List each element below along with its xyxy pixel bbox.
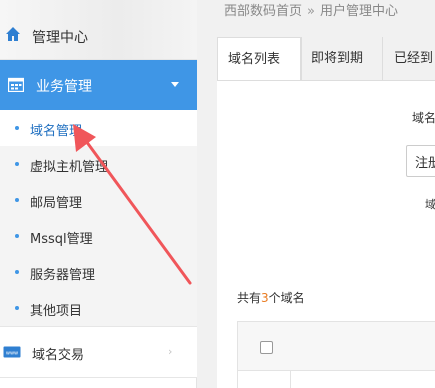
sidebar-item-label: 邮局管理 xyxy=(30,196,83,211)
sidebar-item-management-center[interactable]: 管理中心 xyxy=(0,0,197,60)
filter-label-domain: 域名 xyxy=(412,111,435,125)
bullet-icon xyxy=(15,126,19,130)
sidebar-item-domain-management[interactable]: 域名管理 xyxy=(0,110,197,146)
select-all-checkbox[interactable] xyxy=(260,341,273,354)
www-icon: www xyxy=(3,346,21,358)
bullet-icon xyxy=(15,306,19,310)
bullet-icon xyxy=(15,234,19,238)
breadcrumb-current[interactable]: 用户管理中心 xyxy=(320,4,398,19)
breadcrumb: 西部数码首页 » 用户管理中心 xyxy=(224,0,398,19)
svg-text:www: www xyxy=(6,351,18,357)
chevron-right-icon: › xyxy=(168,345,173,358)
sidebar-item-domain-trade[interactable]: www 域名交易 › xyxy=(0,326,197,378)
domain-list-panel: 域名 注册 域 共有3个域名 xyxy=(217,80,435,388)
bullet-icon xyxy=(15,162,19,166)
sidebar-item-server[interactable]: 服务器管理 xyxy=(0,254,197,290)
count-prefix: 共有 xyxy=(237,291,262,305)
tab-expiring-soon[interactable]: 即将到期 xyxy=(301,37,382,81)
sidebar-section-business[interactable]: 业务管理 xyxy=(0,60,197,110)
app-root: 管理中心 业务管理 域名管理 虚拟主机管理 邮局管理 Mssql管理 服务器管理… xyxy=(0,0,435,388)
sidebar-section-label: 业务管理 xyxy=(36,79,92,95)
sidebar-item-label: Mssql管理 xyxy=(30,232,93,247)
count-suffix: 个域名 xyxy=(268,291,305,305)
filter-label: 域 xyxy=(425,198,435,211)
breadcrumb-home-link[interactable]: 西部数码首页 xyxy=(224,4,302,19)
sidebar-item-label: 虚拟主机管理 xyxy=(30,160,109,175)
count-number: 3 xyxy=(261,291,269,305)
caret-down-icon xyxy=(171,82,179,87)
sidebar-item-other[interactable]: 其他项目 xyxy=(0,290,197,326)
home-icon xyxy=(6,27,20,41)
sidebar-item-label: 服务器管理 xyxy=(30,268,96,283)
tab-expired[interactable]: 已经到 xyxy=(382,37,435,81)
tab-bar: 域名列表 即将到期 已经到 xyxy=(217,37,435,81)
tab-domain-list[interactable]: 域名列表 xyxy=(217,37,301,81)
column-divider xyxy=(290,371,291,388)
domain-count: 共有3个域名 xyxy=(237,289,305,306)
sidebar: 管理中心 业务管理 域名管理 虚拟主机管理 邮局管理 Mssql管理 服务器管理… xyxy=(0,0,197,388)
registrar-select[interactable]: 注册 xyxy=(406,145,435,177)
sidebar-submenu: 域名管理 虚拟主机管理 邮局管理 Mssql管理 服务器管理 其他项目 xyxy=(0,110,197,326)
sidebar-item-label: 域名交易 xyxy=(32,348,85,363)
sidebar-item-label: 其他项目 xyxy=(30,304,83,319)
sidebar-item-virtual-host[interactable]: 虚拟主机管理 xyxy=(0,146,197,182)
table-row xyxy=(237,371,435,388)
breadcrumb-separator: » xyxy=(307,4,315,19)
sidebar-item-label: 域名管理 xyxy=(30,124,83,139)
bullet-icon xyxy=(15,270,19,274)
sidebar-item-label: 管理中心 xyxy=(32,30,88,46)
bullet-icon xyxy=(15,198,19,202)
table-header xyxy=(237,321,435,371)
sidebar-item-mssql[interactable]: Mssql管理 xyxy=(0,218,197,254)
calendar-grid-icon xyxy=(8,77,24,92)
main-content: 西部数码首页 » 用户管理中心 域名列表 即将到期 已经到 域名 注册 域 共有3个… xyxy=(198,0,435,388)
sidebar-item-mail[interactable]: 邮局管理 xyxy=(0,182,197,218)
